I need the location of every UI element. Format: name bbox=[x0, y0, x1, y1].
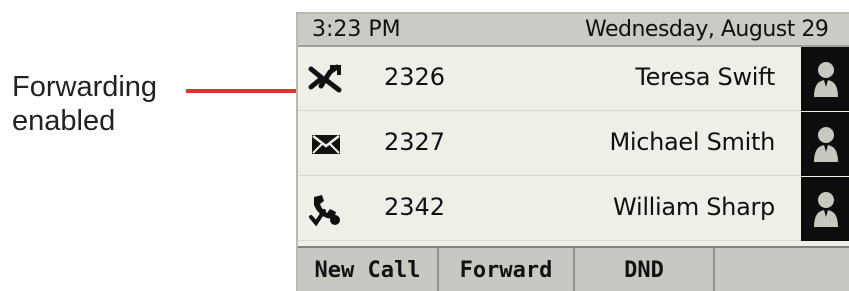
contact-avatar-icon[interactable] bbox=[801, 112, 849, 176]
forwarding-callout-label: Forwarding enabled bbox=[12, 70, 192, 138]
line-row-2326[interactable]: 2326 Teresa Swift bbox=[298, 47, 849, 111]
status-bar: 3:23 PM Wednesday, August 29 bbox=[298, 14, 849, 47]
callout-line-1: Forwarding bbox=[12, 71, 158, 103]
contact-avatar-icon[interactable] bbox=[801, 177, 849, 241]
contact-name: William Sharp bbox=[613, 193, 775, 221]
status-date: Wednesday, August 29 bbox=[585, 17, 829, 42]
line-row-2342[interactable]: 2342 William Sharp bbox=[298, 177, 849, 241]
callout-line-2: enabled bbox=[12, 105, 116, 137]
dnd-softkey[interactable]: DND bbox=[575, 248, 715, 291]
new-call-softkey[interactable]: New Call bbox=[298, 248, 439, 291]
contact-name: Michael Smith bbox=[609, 128, 775, 156]
line-extension: 2327 bbox=[384, 128, 446, 156]
call-forward-icon bbox=[308, 64, 342, 93]
forward-softkey[interactable]: Forward bbox=[439, 248, 575, 291]
empty-softkey[interactable] bbox=[715, 248, 849, 291]
line-extension: 2326 bbox=[384, 63, 446, 91]
line-row-2327[interactable]: 2327 Michael Smith bbox=[298, 112, 849, 176]
phone-screen: 3:23 PM Wednesday, August 29 2326 Teresa… bbox=[296, 12, 849, 291]
contact-name: Teresa Swift bbox=[635, 63, 775, 91]
contact-avatar-icon[interactable] bbox=[801, 47, 849, 111]
callout-pointer-line bbox=[186, 89, 309, 93]
shared-line-phone-icon bbox=[309, 195, 340, 227]
line-extension: 2342 bbox=[384, 193, 446, 221]
envelope-icon bbox=[312, 135, 340, 154]
softkey-bar: New Call Forward DND bbox=[298, 246, 849, 291]
status-time: 3:23 PM bbox=[312, 17, 401, 42]
